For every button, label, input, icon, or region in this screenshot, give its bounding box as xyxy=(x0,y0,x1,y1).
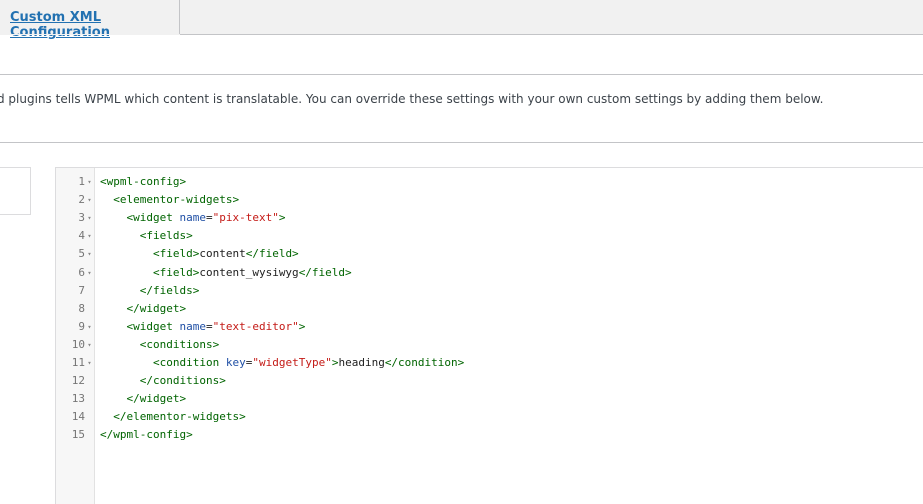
line-number-text: 11 xyxy=(71,356,85,369)
fold-toggle-icon[interactable]: ▾ xyxy=(85,245,94,263)
fold-toggle-icon[interactable]: ▾ xyxy=(85,191,94,209)
line-number-text: 10 xyxy=(71,337,85,351)
line-number: 3 ▾ xyxy=(56,209,94,227)
description-text: d plugins tells WPML which content is tr… xyxy=(0,92,824,106)
line-number-text: 1 xyxy=(78,175,85,188)
code-token-tag: </conditions> xyxy=(139,374,226,388)
code-line[interactable]: <field>content_wysiwyg</field> xyxy=(100,264,352,282)
line-number-text: 13 xyxy=(71,392,85,406)
code-token-tag: <widget xyxy=(126,319,180,333)
code-line[interactable]: <conditions> xyxy=(100,336,219,354)
line-number-text: 5 xyxy=(78,247,85,261)
panel-header xyxy=(0,35,923,74)
side-panel-box xyxy=(0,167,31,215)
code-line[interactable]: </widget> xyxy=(100,300,187,318)
line-number: 7 xyxy=(56,282,94,300)
code-token-val: "pix-text" xyxy=(212,211,279,225)
line-number-text: 2 xyxy=(78,193,85,207)
code-token-val: "widgetType" xyxy=(252,356,332,369)
code-token-tag: <conditions> xyxy=(139,337,220,351)
code-token-txt: heading xyxy=(338,356,385,369)
code-token-tag: <field> xyxy=(152,247,200,261)
line-number: 11 ▾ xyxy=(56,354,94,372)
line-number: 15 xyxy=(56,426,94,444)
code-token-attr: name xyxy=(179,211,206,225)
code-line[interactable]: </conditions> xyxy=(100,372,226,390)
code-token-txt: = xyxy=(205,211,213,225)
line-number: 8 xyxy=(56,300,94,318)
line-number-text: 15 xyxy=(71,428,85,442)
line-number: 12 xyxy=(56,372,94,390)
code-token-tag: <fields> xyxy=(139,229,193,243)
code-token-tag: <elementor-widgets> xyxy=(113,193,240,207)
code-token-attr: name xyxy=(179,319,206,333)
code-token-val: "text-editor" xyxy=(212,319,299,333)
code-token-txt: content xyxy=(199,247,246,261)
line-number-text: 6 xyxy=(78,265,85,279)
line-number: 2 ▾ xyxy=(56,191,94,209)
line-number-gutter: 1 ▾ 2 ▾ 3 ▾ 4 ▾ 5 ▾ 6 ▾ 7 8 9 ▾ 10 ▾ 11 ▾ 12 13 14 15 xyxy=(56,168,95,504)
code-token-tag: > xyxy=(298,319,306,333)
line-number: 1 ▾ xyxy=(56,173,94,191)
code-line[interactable]: </elementor-widgets> xyxy=(100,408,246,426)
code-line[interactable]: <fields> xyxy=(100,227,193,245)
code-token-tag: <condition xyxy=(152,356,226,369)
code-token-txt: content_wysiwyg xyxy=(199,265,299,279)
line-number-text: 14 xyxy=(71,410,85,424)
line-number-text: 7 xyxy=(78,283,85,297)
fold-toggle-icon[interactable]: ▾ xyxy=(85,227,94,245)
line-number-text: 4 xyxy=(78,229,85,243)
line-number-text: 9 xyxy=(78,319,85,333)
line-number: 4 ▾ xyxy=(56,227,94,245)
code-token-tag: </fields> xyxy=(139,283,200,297)
fold-toggle-icon[interactable]: ▾ xyxy=(85,173,94,191)
code-token-tag: </widget> xyxy=(126,301,187,315)
code-line[interactable]: </wpml-config> xyxy=(100,426,193,444)
line-number-text: 12 xyxy=(71,374,85,388)
code-line[interactable]: <condition key="widgetType">heading</con… xyxy=(100,354,464,372)
description-row: d plugins tells WPML which content is tr… xyxy=(0,75,923,143)
active-tab-gap xyxy=(0,34,180,35)
code-token-tag: </field> xyxy=(245,247,299,261)
line-number-text: 8 xyxy=(78,301,85,315)
line-number-text: 3 xyxy=(78,211,85,225)
line-number: 9 ▾ xyxy=(56,318,94,336)
xml-code-editor[interactable]: 1 ▾ 2 ▾ 3 ▾ 4 ▾ 5 ▾ 6 ▾ 7 8 9 ▾ 10 ▾ 11 ▾ 12 13 14 15 <wpml-con… xyxy=(55,167,923,504)
fold-toggle-icon[interactable]: ▾ xyxy=(85,354,94,372)
line-number: 5 ▾ xyxy=(56,245,94,263)
code-line[interactable]: <wpml-config> xyxy=(100,173,186,191)
code-token-tag: <field> xyxy=(152,265,200,279)
code-token-attr: key xyxy=(225,356,246,369)
fold-toggle-icon[interactable]: ▾ xyxy=(85,336,94,354)
line-number: 6 ▾ xyxy=(56,264,94,282)
code-token-tag: </widget> xyxy=(126,392,187,406)
tab-label[interactable]: Custom XML Configuration xyxy=(10,10,179,40)
tab-custom-xml-configuration[interactable]: Custom XML Configuration xyxy=(0,0,180,40)
code-token-tag: </field> xyxy=(298,265,352,279)
fold-toggle-icon[interactable]: ▾ xyxy=(85,264,94,282)
code-line[interactable]: </fields> xyxy=(100,282,200,300)
code-token-tag: </elementor-widgets> xyxy=(113,410,246,424)
code-token-tag: </condition> xyxy=(384,356,465,369)
code-line[interactable]: <field>content</field> xyxy=(100,245,299,263)
code-token-tag: <wpml-config> xyxy=(100,175,187,188)
fold-toggle-icon[interactable]: ▾ xyxy=(85,209,94,227)
code-line[interactable]: </widget> xyxy=(100,390,187,408)
code-token-tag: </wpml-config> xyxy=(100,428,193,442)
code-line[interactable]: <widget name="pix-text"> xyxy=(100,209,286,227)
line-number: 10 ▾ xyxy=(56,336,94,354)
fold-toggle-icon[interactable]: ▾ xyxy=(85,318,94,336)
code-token-tag: > xyxy=(278,211,286,225)
code-line[interactable]: <elementor-widgets> xyxy=(100,191,239,209)
line-number: 13 xyxy=(56,390,94,408)
code-token-txt: = xyxy=(205,319,213,333)
code-token-tag: <widget xyxy=(126,211,180,225)
line-number: 14 xyxy=(56,408,94,426)
code-line[interactable]: <widget name="text-editor"> xyxy=(100,318,306,336)
